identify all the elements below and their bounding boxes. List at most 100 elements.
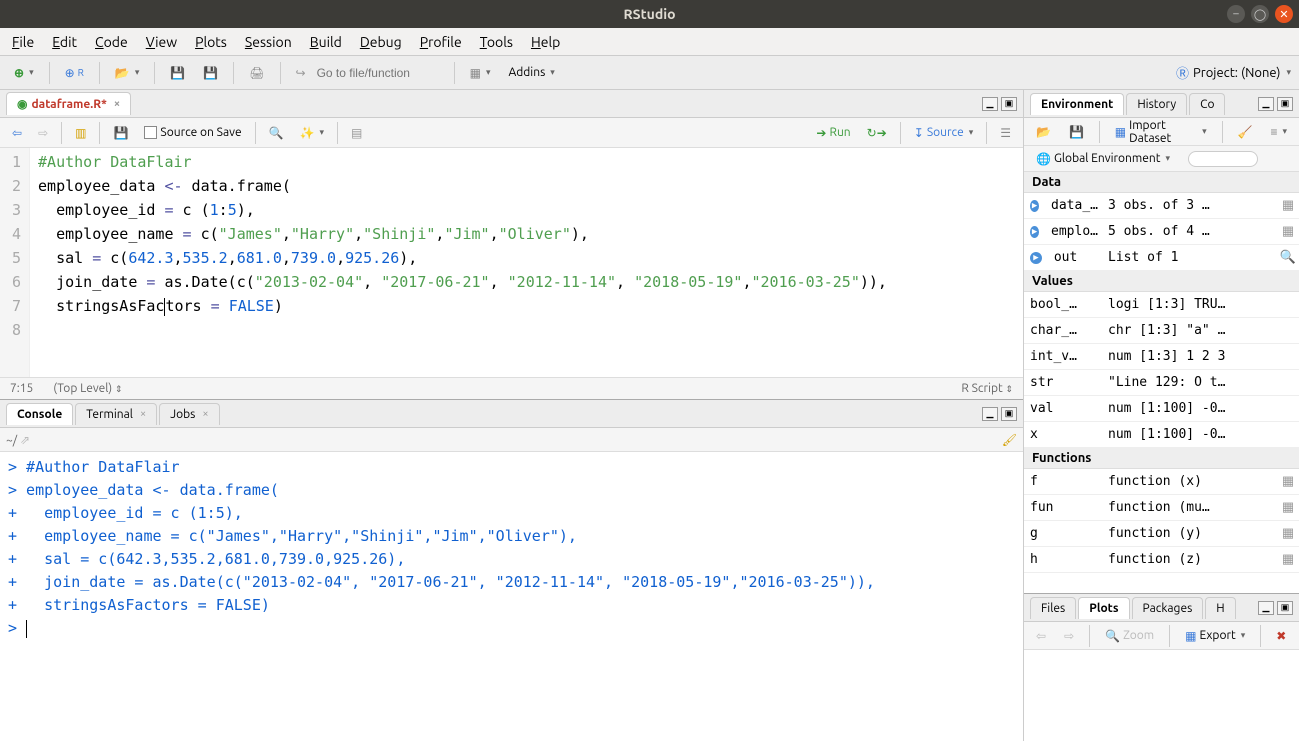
scope-selector[interactable]: (Top Level) ⇕ xyxy=(53,382,122,395)
forward-button[interactable]: ⇨ xyxy=(32,122,54,144)
titlebar: RStudio – ◯ ✕ xyxy=(0,0,1299,28)
env-row-out[interactable]: ▶ outList of 1🔍 xyxy=(1024,245,1299,271)
minimize-pane-icon[interactable]: ▁ xyxy=(982,97,998,111)
plot-canvas xyxy=(1024,650,1299,741)
remove-plot-button[interactable]: ✖ xyxy=(1270,625,1292,647)
show-in-new-window-button[interactable]: ▥ xyxy=(69,122,92,144)
code-editor[interactable]: 12345678 #Author DataFlair employee_data… xyxy=(0,148,1023,377)
addins-label: Addins xyxy=(508,66,545,79)
help-tab[interactable]: H xyxy=(1205,597,1235,619)
open-file-button[interactable]: 📂▾ xyxy=(109,62,145,84)
env-row[interactable]: str"Line 129: O t… xyxy=(1024,370,1299,396)
find-button[interactable]: 🔍 xyxy=(263,122,290,144)
env-row[interactable]: hfunction (z)▦ xyxy=(1024,547,1299,573)
env-row[interactable]: int_v…num [1:3] 1 2 3 xyxy=(1024,344,1299,370)
new-file-button[interactable]: ⊕▾ xyxy=(8,62,40,84)
env-row[interactable]: valnum [1:100] -0… xyxy=(1024,396,1299,422)
menu-view[interactable]: View xyxy=(146,34,177,50)
maximize-plots-icon[interactable]: ▣ xyxy=(1277,601,1293,615)
back-button[interactable]: ⇦ xyxy=(6,122,28,144)
maximize-console-icon[interactable]: ▣ xyxy=(1001,407,1017,421)
menu-profile[interactable]: Profile xyxy=(420,34,462,50)
maximize-env-icon[interactable]: ▣ xyxy=(1277,97,1293,111)
window-close[interactable]: ✕ xyxy=(1275,5,1293,23)
goto-file[interactable]: ↪ xyxy=(290,59,445,87)
addins-button[interactable]: Addins▾ xyxy=(502,62,560,83)
env-row[interactable]: gfunction (y)▦ xyxy=(1024,521,1299,547)
window-minimize[interactable]: – xyxy=(1227,5,1245,23)
load-workspace-button[interactable]: 📂 xyxy=(1030,121,1057,143)
run-button[interactable]: ➔ Run xyxy=(810,122,856,144)
minimize-console-icon[interactable]: ▁ xyxy=(982,407,998,421)
menu-build[interactable]: Build xyxy=(310,34,342,50)
plots-tab[interactable]: Plots xyxy=(1078,597,1129,619)
prev-plot-button[interactable]: ⇦ xyxy=(1030,625,1052,647)
env-row[interactable]: char_…chr [1:3] "a" … xyxy=(1024,318,1299,344)
environment-tab[interactable]: Environment xyxy=(1030,93,1124,115)
history-tab[interactable]: History xyxy=(1126,93,1187,115)
env-row[interactable]: bool_…logi [1:3] TRU… xyxy=(1024,292,1299,318)
menu-help[interactable]: Help xyxy=(531,34,560,50)
clear-env-button[interactable]: 🧹 xyxy=(1232,121,1259,143)
env-row[interactable]: ffunction (x)▦ xyxy=(1024,469,1299,495)
save-source-button[interactable]: 💾 xyxy=(107,122,134,144)
menu-code[interactable]: Code xyxy=(95,34,128,50)
notebook-button[interactable]: ▤ xyxy=(345,122,368,144)
addins-grid-icon[interactable]: ▦▾ xyxy=(464,62,497,84)
window-title: RStudio xyxy=(623,6,675,22)
menu-edit[interactable]: Edit xyxy=(52,34,77,50)
terminal-tab[interactable]: Terminal× xyxy=(75,403,157,425)
project-menu[interactable]: Ⓡ Project: (None) ▾ xyxy=(1176,63,1291,82)
save-workspace-button[interactable]: 💾 xyxy=(1063,121,1090,143)
minimize-plots-icon[interactable]: ▁ xyxy=(1258,601,1274,615)
print-button[interactable]: 🖨 xyxy=(243,62,270,84)
goto-file-input[interactable] xyxy=(309,63,439,83)
jobs-tab[interactable]: Jobs× xyxy=(159,403,219,425)
view-fn-icon[interactable]: ▦ xyxy=(1277,500,1299,515)
console-tab[interactable]: Console xyxy=(6,403,73,425)
env-row[interactable]: xnum [1:100] -0… xyxy=(1024,422,1299,448)
view-table-icon[interactable]: ▦ xyxy=(1277,198,1299,213)
zoom-button[interactable]: 🔍 Zoom xyxy=(1099,625,1160,647)
next-plot-button[interactable]: ⇨ xyxy=(1058,625,1080,647)
new-project-button[interactable]: ⊕R xyxy=(59,62,90,84)
view-fn-icon[interactable]: ▦ xyxy=(1277,474,1299,489)
export-button[interactable]: ▦ Export▾ xyxy=(1179,625,1251,647)
inspect-icon[interactable]: 🔍 xyxy=(1277,250,1299,265)
clear-console-icon[interactable]: 🖌 xyxy=(1002,433,1017,447)
menu-file[interactable]: File xyxy=(12,34,34,50)
packages-tab[interactable]: Packages xyxy=(1132,597,1204,619)
source-tab[interactable]: ◉ dataframe.R* × xyxy=(6,92,131,115)
source-button[interactable]: ↧ Source▾ xyxy=(908,122,979,144)
menu-plots[interactable]: Plots xyxy=(195,34,227,50)
env-search[interactable] xyxy=(1188,151,1258,167)
menu-debug[interactable]: Debug xyxy=(360,34,402,50)
outline-button[interactable]: ☰ xyxy=(994,122,1017,144)
menu-session[interactable]: Session xyxy=(245,34,292,50)
maximize-pane-icon[interactable]: ▣ xyxy=(1001,97,1017,111)
env-row-employee[interactable]: ▶ emplo…5 obs. of 4 …▦ xyxy=(1024,219,1299,245)
code-content: #Author DataFlair employee_data <- data.… xyxy=(30,148,895,377)
rerun-button[interactable]: ↻➔ xyxy=(861,122,893,144)
env-list-view-button[interactable]: ≡▾ xyxy=(1264,121,1293,143)
connections-tab[interactable]: Co xyxy=(1189,93,1225,115)
save-button[interactable]: 💾 xyxy=(164,62,191,84)
import-dataset-button[interactable]: ▦ Import Dataset▾ xyxy=(1109,115,1213,149)
env-row[interactable]: funfunction (mu…▦ xyxy=(1024,495,1299,521)
console-output[interactable]: > #Author DataFlair > employee_data <- d… xyxy=(0,452,1023,741)
env-scope-selector[interactable]: 🌐 Global Environment▾ xyxy=(1030,148,1176,170)
files-tab[interactable]: Files xyxy=(1030,597,1076,619)
save-all-button[interactable]: 💾 xyxy=(197,62,224,84)
menu-tools[interactable]: Tools xyxy=(480,34,513,50)
env-row-data-frame[interactable]: ▶ data_…3 obs. of 3 …▦ xyxy=(1024,193,1299,219)
wand-button[interactable]: ✨▾ xyxy=(294,122,330,144)
source-on-save-check[interactable]: Source on Save xyxy=(138,122,247,143)
language-selector[interactable]: R Script ⇕ xyxy=(961,382,1013,395)
close-tab-icon[interactable]: × xyxy=(114,98,120,110)
view-fn-icon[interactable]: ▦ xyxy=(1277,552,1299,567)
view-fn-icon[interactable]: ▦ xyxy=(1277,526,1299,541)
window-maximize[interactable]: ◯ xyxy=(1251,5,1269,23)
minimize-env-icon[interactable]: ▁ xyxy=(1258,97,1274,111)
view-table-icon[interactable]: ▦ xyxy=(1277,224,1299,239)
env-toolbar: 📂 💾 ▦ Import Dataset▾ 🧹 ≡▾ xyxy=(1024,118,1299,146)
